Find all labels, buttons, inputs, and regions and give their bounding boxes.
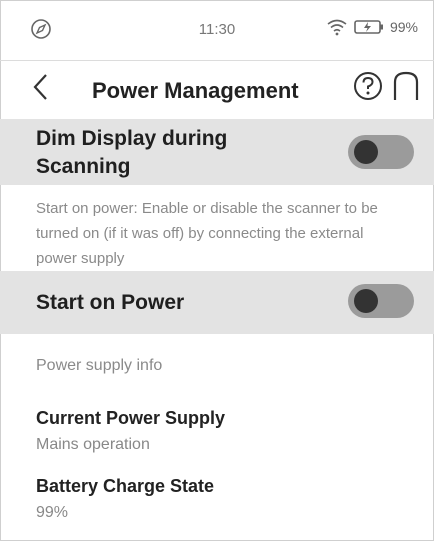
battery-charge-state-label: Battery Charge State [36, 476, 215, 496]
power-supply-section-title: Power supply info [36, 357, 163, 374]
dim-display-label: Dim Display during Scanning [36, 127, 228, 178]
chevron-left-icon[interactable] [26, 67, 56, 107]
current-power-supply-label: Current Power Supply [36, 408, 226, 428]
header-bar: Power Management [0, 61, 434, 117]
status-bar: 11:30 99% [0, 0, 434, 61]
page-title: Power Management [92, 78, 299, 103]
start-on-power-toggle[interactable] [348, 284, 414, 318]
current-power-supply-value: Mains operation [36, 436, 150, 453]
toggle-knob [354, 289, 378, 313]
battery-charging-icon [354, 20, 383, 34]
start-on-power-description: Start on power: Enable or disable the sc… [36, 200, 378, 267]
start-on-power-label: Start on Power [36, 291, 185, 314]
home-icon[interactable] [390, 68, 422, 104]
wifi-icon [327, 19, 347, 36]
start-on-power-row[interactable]: Start on Power [0, 271, 434, 334]
help-circle-icon[interactable] [350, 68, 386, 104]
dim-display-toggle[interactable] [348, 135, 414, 169]
toggle-knob [354, 140, 378, 164]
battery-percent: 99% [389, 19, 418, 35]
status-icons: 99% [326, 18, 418, 36]
dim-display-row[interactable]: Dim Display during Scanning [0, 119, 434, 185]
battery-charge-state-value: 99% [36, 504, 69, 521]
